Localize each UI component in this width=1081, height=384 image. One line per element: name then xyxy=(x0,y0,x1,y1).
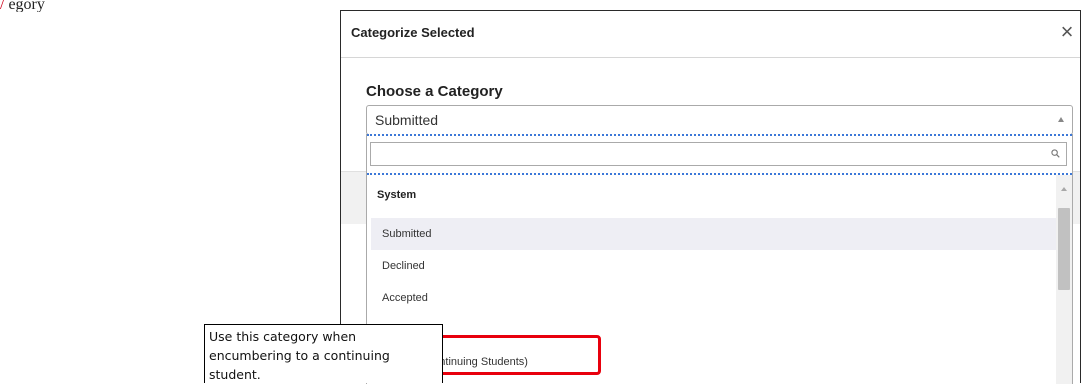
cropped-page-text: / egory xyxy=(0,0,210,12)
dialog-title: Categorize Selected xyxy=(351,25,475,40)
scrollbar-thumb[interactable] xyxy=(1058,208,1070,290)
close-icon[interactable]: × xyxy=(1056,21,1078,43)
category-search-input[interactable] xyxy=(370,142,1067,166)
category-selected-value: Submitted xyxy=(375,112,439,128)
option-declined[interactable]: Declined xyxy=(371,250,1056,282)
category-label: Choose a Category xyxy=(366,83,503,100)
categorize-dialog: Categorize Selected × Choose a Category … xyxy=(340,10,1081,384)
cropped-text-fragment: egory xyxy=(4,0,45,12)
dropdown-search-wrapper xyxy=(367,134,1072,175)
annotation-callout: Use this category when encumbering to a … xyxy=(204,324,443,383)
option-submitted[interactable]: Submitted xyxy=(371,218,1056,250)
dialog-header: Categorize Selected × xyxy=(341,11,1080,58)
search-icon xyxy=(1051,149,1060,158)
scroll-up-arrow-icon[interactable] xyxy=(1061,187,1067,191)
dropdown-scrollbar[interactable] xyxy=(1056,175,1072,384)
option-accepted[interactable]: Accepted xyxy=(371,282,1056,314)
category-select[interactable]: Submitted xyxy=(366,105,1073,135)
caret-up-icon xyxy=(1058,117,1064,122)
option-group-system: System xyxy=(377,189,417,201)
